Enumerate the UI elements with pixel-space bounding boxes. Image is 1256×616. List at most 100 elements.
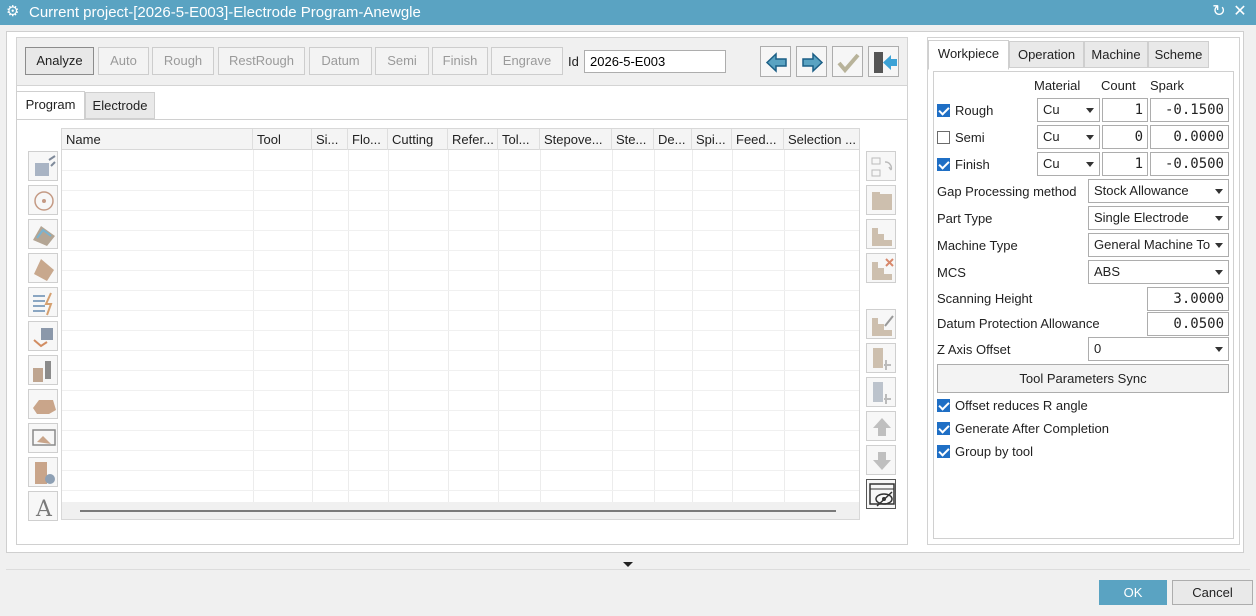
z-offset-select[interactable]: 0 — [1088, 337, 1229, 361]
generate-after-completion-label: Generate After Completion — [955, 421, 1109, 436]
ok-button[interactable]: OK — [1099, 580, 1167, 605]
folder-list-icon[interactable] — [866, 185, 896, 215]
group-by-tool-label: Group by tool — [955, 444, 1034, 459]
col-feed[interactable]: Feed... — [732, 129, 784, 150]
window-title: Current project-[2026-5-E003]-Electrode … — [29, 4, 421, 21]
block-icon[interactable] — [28, 253, 58, 283]
id-input[interactable] — [584, 50, 726, 73]
gear-icon[interactable]: ⚙ — [6, 3, 19, 21]
tab-operation[interactable]: Operation — [1009, 41, 1084, 68]
semi-material-select[interactable]: Cu — [1037, 125, 1100, 149]
scrollbar-thumb[interactable] — [80, 510, 836, 512]
close-icon[interactable]: ✕ — [1231, 2, 1249, 22]
col-reference[interactable]: Refer... — [448, 129, 498, 150]
tab-machine[interactable]: Machine — [1084, 41, 1148, 68]
refresh-icon[interactable]: ↻ — [1210, 2, 1228, 22]
exit-icon[interactable] — [868, 46, 899, 77]
col-cutting[interactable]: Cutting — [388, 129, 448, 150]
finish-spark-input[interactable]: -0.0500 — [1150, 152, 1229, 176]
screen-block-icon[interactable] — [28, 423, 58, 453]
col-spindle[interactable]: Spi... — [692, 129, 732, 150]
finish-material-select[interactable]: Cu — [1037, 152, 1100, 176]
finish-button[interactable]: Finish — [432, 47, 488, 75]
tab-workpiece[interactable]: Workpiece — [928, 40, 1009, 70]
semi-checkbox[interactable] — [937, 131, 950, 144]
col-depth[interactable]: De... — [654, 129, 692, 150]
cancel-button[interactable]: Cancel — [1172, 580, 1253, 605]
arrow-right-icon[interactable] — [796, 46, 827, 77]
auto-button[interactable]: Auto — [98, 47, 149, 75]
delete-steps-icon[interactable] — [866, 253, 896, 283]
offset-reduces-r-checkbox[interactable] — [937, 399, 950, 412]
sync-icon[interactable] — [866, 151, 896, 181]
part-view-icon[interactable] — [28, 151, 58, 181]
col-size[interactable]: Si... — [312, 129, 348, 150]
svg-text:A: A — [35, 497, 53, 522]
text-engrave-icon[interactable]: A — [28, 491, 58, 522]
program-table[interactable]: Name Tool Si... Flo... Cutting Refer... … — [61, 128, 860, 520]
generate-after-completion-checkbox[interactable] — [937, 422, 950, 435]
rough-checkbox[interactable] — [937, 104, 950, 117]
semi-button[interactable]: Semi — [375, 47, 429, 75]
col-step[interactable]: Ste... — [612, 129, 654, 150]
operation-toolbar: Analyze Auto Rough RestRough Datum Semi … — [16, 37, 908, 86]
gap-processing-label: Gap Processing method — [937, 184, 1077, 199]
pick-electrode-icon[interactable] — [866, 377, 896, 407]
title-bar: ⚙ Current project-[2026-5-E003]-Electrod… — [0, 0, 1256, 25]
semi-spark-input[interactable]: 0.0000 — [1150, 125, 1229, 149]
blocks-arrow-icon[interactable] — [28, 355, 58, 385]
finish-count-input[interactable]: 1 — [1102, 152, 1148, 176]
part-type-select[interactable]: Single Electrode — [1088, 206, 1229, 230]
chevron-down-icon — [1215, 189, 1223, 194]
rough-count-input[interactable]: 1 — [1102, 98, 1148, 122]
chevron-down-icon — [1215, 216, 1223, 221]
tab-electrode[interactable]: Electrode — [85, 92, 155, 119]
machine-type-select[interactable]: General Machine To — [1088, 233, 1229, 257]
col-name[interactable]: Name — [62, 129, 253, 150]
spark-header: Spark — [1150, 78, 1184, 93]
col-selection[interactable]: Selection ... — [784, 129, 859, 150]
toolpath-list-icon[interactable] — [28, 287, 58, 317]
preview-eye-icon[interactable] — [866, 479, 896, 509]
chevron-down-icon — [1215, 347, 1223, 352]
electrode-doc-icon[interactable] — [28, 457, 58, 487]
mcs-select[interactable]: ABS — [1088, 260, 1229, 284]
scanning-height-input[interactable]: 3.0000 — [1147, 287, 1229, 311]
datum-button[interactable]: Datum — [309, 47, 372, 75]
flip-part-icon[interactable] — [28, 321, 58, 351]
edit-steps-icon[interactable] — [866, 309, 896, 339]
surface-icon[interactable] — [28, 219, 58, 249]
part-type-label: Part Type — [937, 211, 993, 226]
steps-icon[interactable] — [866, 219, 896, 249]
finish-checkbox[interactable] — [937, 158, 950, 171]
tab-scheme[interactable]: Scheme — [1148, 41, 1209, 68]
gap-processing-select[interactable]: Stock Allowance — [1088, 179, 1229, 203]
col-flow[interactable]: Flo... — [348, 129, 388, 150]
col-tool[interactable]: Tool — [253, 129, 312, 150]
semi-count-input[interactable]: 0 — [1102, 125, 1148, 149]
collapse-arrow-icon[interactable] — [623, 562, 633, 567]
arrow-left-icon[interactable] — [760, 46, 791, 77]
offset-reduces-r-label: Offset reduces R angle — [955, 398, 1088, 413]
horizontal-scrollbar[interactable] — [62, 502, 859, 519]
group-by-tool-checkbox[interactable] — [937, 445, 950, 458]
analyze-button[interactable]: Analyze — [25, 47, 94, 75]
stone-icon[interactable] — [28, 389, 58, 419]
col-stepover[interactable]: Stepove... — [540, 129, 612, 150]
restrough-button[interactable]: RestRough — [218, 47, 305, 75]
rough-material-select[interactable]: Cu — [1037, 98, 1100, 122]
circle-target-icon[interactable] — [28, 185, 58, 215]
select-electrode-icon[interactable] — [866, 343, 896, 373]
move-up-icon[interactable] — [866, 411, 896, 441]
tool-params-sync-button[interactable]: Tool Parameters Sync — [937, 364, 1229, 393]
rough-button[interactable]: Rough — [152, 47, 214, 75]
engrave-button[interactable]: Engrave — [491, 47, 563, 75]
rough-spark-input[interactable]: -0.1500 — [1150, 98, 1229, 122]
chevron-down-icon — [1086, 135, 1094, 140]
check-icon[interactable] — [832, 46, 863, 77]
datum-protection-input[interactable]: 0.0500 — [1147, 312, 1229, 336]
col-tolerance[interactable]: Tol... — [498, 129, 540, 150]
tab-program[interactable]: Program — [16, 91, 85, 120]
move-down-icon[interactable] — [866, 445, 896, 475]
chevron-down-icon — [1215, 270, 1223, 275]
